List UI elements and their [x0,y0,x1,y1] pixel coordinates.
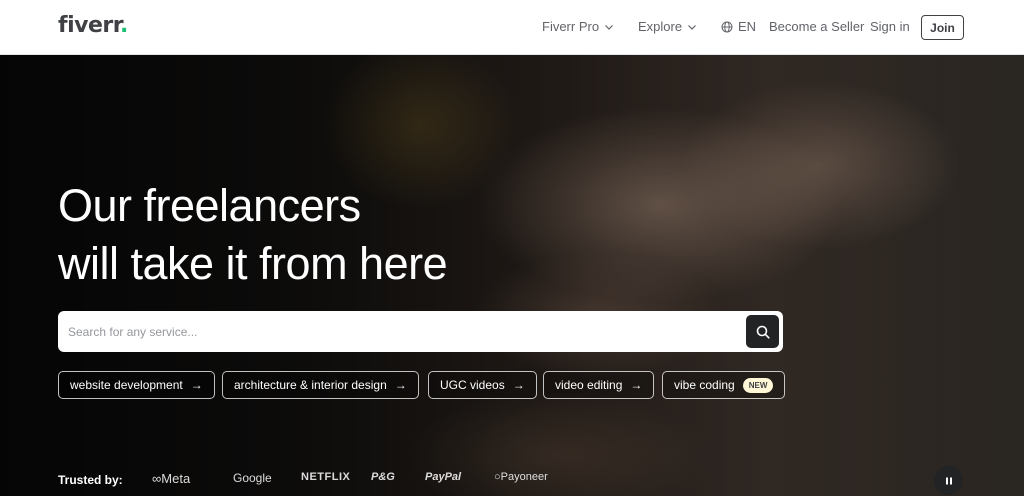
chevron-down-icon [605,24,613,30]
payoneer-logo-text: Payoneer [500,471,548,483]
chip-video-editing[interactable]: video editing → [543,371,655,399]
hero-title-line-1: Our freelancers [58,180,361,231]
new-badge: NEW [742,377,774,393]
fiverr-pro-dropdown[interactable]: Fiverr Pro [542,19,614,34]
hero-section: Our freelancers will take it from here w… [0,55,1024,496]
arrow-right-icon: → [512,378,525,392]
search-button[interactable] [746,315,779,348]
hero-title-line-2: will take it from here [58,238,448,289]
chevron-down-icon [688,24,697,30]
logo-dot: . [119,13,128,38]
chip-architecture-interior-design[interactable]: architecture & interior design → [222,371,419,399]
sign-in-link[interactable]: Sign in [870,19,910,34]
search-input[interactable] [68,311,738,352]
chip-ugc-videos[interactable]: UGC videos → [428,371,537,399]
hero-title: Our freelancers will take it from here [58,177,448,293]
become-seller-link[interactable]: Become a Seller [769,19,864,34]
pause-icon [945,477,952,484]
chip-website-development[interactable]: website development → [58,371,215,399]
chip-label: website development [70,378,183,392]
arrow-right-icon: → [630,378,643,392]
fiverr-pro-label: Fiverr Pro [542,19,600,34]
payoneer-logo: ○Payoneer [494,471,548,483]
sign-in-label: Sign in [870,19,910,34]
trusted-by-label: Trusted by: [58,473,123,487]
explore-label: Explore [638,19,683,34]
top-navbar: fiverr. Fiverr Pro Explore EN Become a S… [0,0,1024,55]
chip-label: vibe coding [674,378,735,392]
language-selector[interactable]: EN [721,19,756,34]
pg-logo: P&G [371,471,395,483]
explore-dropdown[interactable]: Explore [638,19,697,34]
pause-video-button[interactable] [934,466,963,495]
chip-vibe-coding[interactable]: vibe coding NEW [662,371,786,399]
logo-text: fiverr [58,13,120,38]
search-bar [58,311,783,352]
globe-icon [721,21,733,32]
arrow-right-icon: → [190,378,203,392]
netflix-logo: NETFLIX [301,471,351,483]
search-icon [756,325,770,339]
paypal-logo: PayPal [425,471,462,483]
chip-label: architecture & interior design [234,378,387,392]
meta-logo: ∞Meta [152,471,191,486]
join-button[interactable]: Join [921,15,964,40]
meta-logo-text: Meta [161,471,191,486]
chip-label: UGC videos [440,378,505,392]
arrow-right-icon: → [394,378,407,392]
language-label: EN [738,19,757,34]
fiverr-logo[interactable]: fiverr. [58,13,128,38]
chip-label: video editing [555,378,623,392]
join-label: Join [930,20,955,35]
become-seller-label: Become a Seller [769,19,865,34]
google-logo: Google [233,471,272,485]
